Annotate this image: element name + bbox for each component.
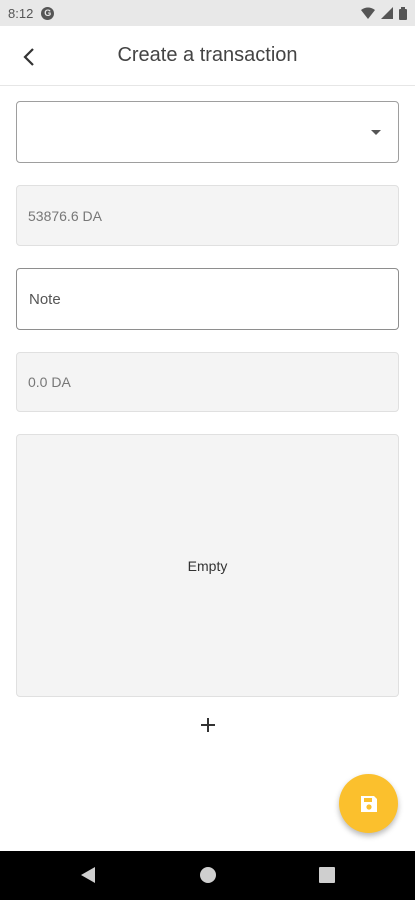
triangle-back-icon xyxy=(81,867,95,883)
wifi-icon xyxy=(361,7,375,19)
nav-home-button[interactable] xyxy=(196,863,220,887)
save-icon xyxy=(360,795,377,812)
save-button[interactable] xyxy=(339,774,398,833)
signal-icon xyxy=(381,7,393,19)
dropdown-arrow-icon xyxy=(371,130,381,135)
note-field[interactable]: Note xyxy=(16,268,399,330)
items-list: Empty xyxy=(16,434,399,697)
add-item-button[interactable] xyxy=(193,710,223,740)
system-navigation-bar xyxy=(0,851,415,900)
total-field[interactable]: 0.0 DA xyxy=(16,352,399,412)
status-bar: 8:12 G xyxy=(0,0,415,26)
status-icons xyxy=(361,6,407,20)
square-recents-icon xyxy=(319,867,335,883)
status-time: 8:12 xyxy=(8,5,34,21)
page-title: Create a transaction xyxy=(117,44,298,66)
total-value: 0.0 DA xyxy=(28,374,71,390)
notification-app-icon: G xyxy=(41,6,55,20)
empty-label: Empty xyxy=(187,557,228,574)
nav-back-button[interactable] xyxy=(76,863,100,887)
nav-recents-button[interactable] xyxy=(315,863,339,887)
app-bar: Create a transaction xyxy=(0,26,415,86)
account-dropdown[interactable] xyxy=(16,101,399,163)
amount-field[interactable]: 53876.6 DA xyxy=(16,185,399,246)
amount-value: 53876.6 DA xyxy=(28,207,102,224)
note-placeholder: Note xyxy=(29,290,61,308)
plus-icon xyxy=(201,718,215,732)
battery-icon xyxy=(399,6,407,20)
circle-home-icon xyxy=(200,867,216,883)
